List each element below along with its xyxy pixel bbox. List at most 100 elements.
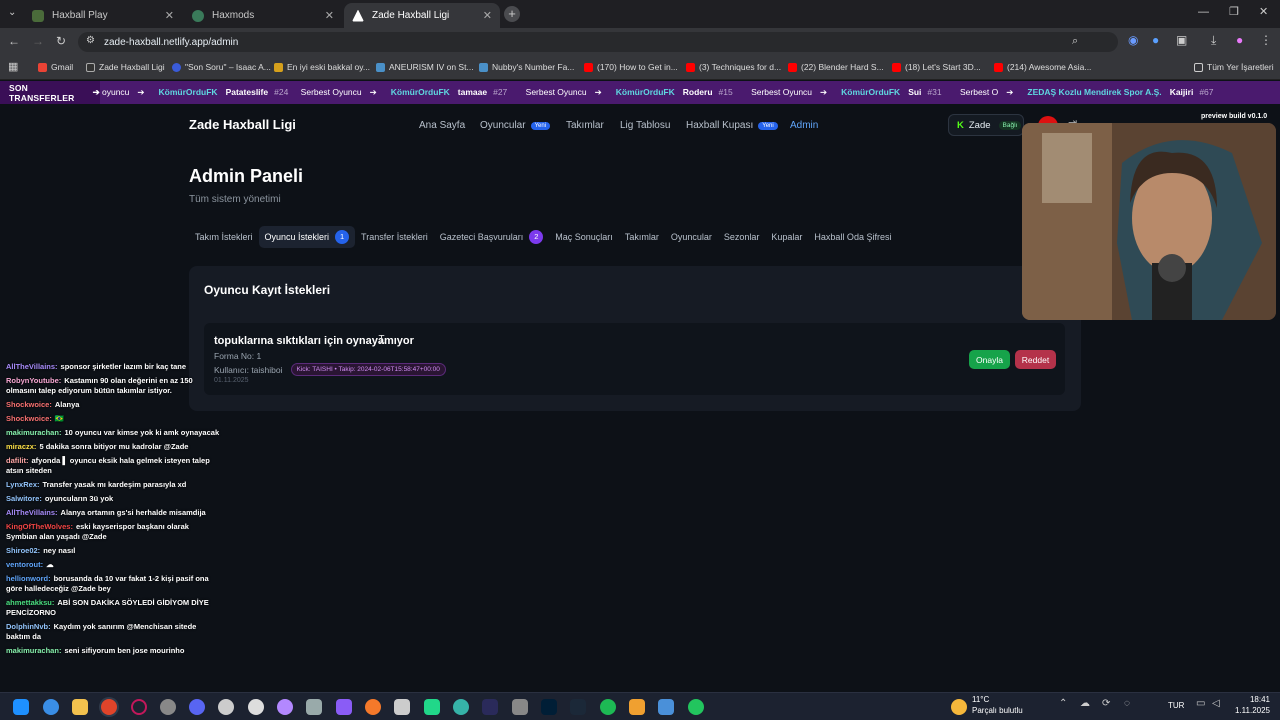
bookmark-item[interactable]: ANEURISM IV on St... xyxy=(376,62,474,72)
file-explorer-icon[interactable] xyxy=(72,699,88,715)
tab-cups[interactable]: Kupalar xyxy=(765,228,808,246)
tab-search-icon[interactable]: ⌄ xyxy=(8,7,16,18)
minimize-window-icon[interactable]: — xyxy=(1198,6,1209,18)
apps-grid-icon[interactable]: ▦ xyxy=(8,60,18,73)
site-info-icon[interactable]: ⚙ xyxy=(86,35,95,46)
chat-username: Salwitore: xyxy=(6,494,42,503)
browser-tab-haxball-play[interactable]: Haxball Play ✕ xyxy=(24,3,182,28)
reject-button[interactable]: Reddet xyxy=(1015,350,1056,369)
tab-journalist-applications[interactable]: Gazeteci Başvuruları 2 xyxy=(434,226,550,248)
approve-button[interactable]: Onayla xyxy=(969,350,1010,369)
fresco-icon[interactable] xyxy=(482,699,498,715)
bookmark-item[interactable]: Nubby's Number Fa... xyxy=(479,62,574,72)
close-tab-icon[interactable]: ✕ xyxy=(165,9,174,22)
language-indicator[interactable]: TUR xyxy=(1168,701,1184,710)
bookmark-item[interactable]: Zade Haxball Ligi xyxy=(86,62,165,72)
profile-icon[interactable]: ● xyxy=(1236,33,1243,47)
bookmark-item[interactable]: "Son Soru" – Isaac A... xyxy=(172,62,271,72)
tab-teams[interactable]: Takımlar xyxy=(619,228,665,246)
pycharm-icon[interactable] xyxy=(424,699,440,715)
github-icon[interactable] xyxy=(277,699,293,715)
all-bookmarks[interactable]: Tüm Yer İşaretleri xyxy=(1194,62,1274,72)
tab-players[interactable]: Oyuncular xyxy=(665,228,718,246)
system-clock[interactable]: 18:41 1.11.2025 xyxy=(1232,694,1270,716)
forward-arrow-icon[interactable]: → xyxy=(32,34,44,48)
nav-league-table[interactable]: Lig Tablosu xyxy=(620,120,670,131)
site-logo[interactable]: Zade Haxball Ligi xyxy=(189,117,296,132)
bookmark-item[interactable]: En iyi eski bakkal oy... xyxy=(274,62,370,72)
tray-app-icon[interactable]: ◌ xyxy=(1124,698,1130,709)
count-badge: 1 xyxy=(335,230,350,244)
chat-text: afyonda ▌ oyuncu eksik hala gelmek istey… xyxy=(6,456,210,475)
bookmark-item[interactable]: Gmail xyxy=(38,62,73,72)
tab-team-requests[interactable]: Takım İstekleri xyxy=(189,228,259,246)
ticker-item: Serbest Oyuncu ➔ KömürOrduFK tamaae #27 xyxy=(300,87,508,97)
extension-icon[interactable]: ● xyxy=(1152,33,1159,47)
webcam-overlay xyxy=(1022,123,1276,320)
tab-room-password[interactable]: Haxball Oda Şifresi xyxy=(808,228,897,246)
bookmark-item[interactable]: (22) Blender Hard S... xyxy=(788,62,884,72)
user-menu[interactable]: K Zade Bağlı xyxy=(948,114,1024,136)
nav-admin[interactable]: Admin xyxy=(790,120,818,131)
browser-tab-zade-haxball-ligi[interactable]: Zade Haxball Ligi ✕ xyxy=(344,3,500,28)
onedrive-icon[interactable]: ☁ xyxy=(1080,698,1090,709)
bookmark-item[interactable]: (170) How to Get in... xyxy=(584,62,678,72)
app-icon[interactable] xyxy=(218,699,234,715)
unreal-icon[interactable] xyxy=(248,699,264,715)
bookmark-item[interactable]: (214) Awesome Asia... xyxy=(994,62,1091,72)
app-icon[interactable] xyxy=(394,699,410,715)
restore-window-icon[interactable]: ❐ xyxy=(1229,5,1239,18)
app-icon[interactable] xyxy=(306,699,322,715)
nav-home[interactable]: Ana Sayfa xyxy=(419,120,465,131)
close-tab-icon[interactable]: ✕ xyxy=(483,9,492,22)
tray-chevron-icon[interactable]: ⌃ xyxy=(1059,698,1067,709)
opera-icon[interactable] xyxy=(131,699,147,715)
weather-widget[interactable]: 11°C Parçalı bulutlu xyxy=(972,694,1023,716)
close-tab-icon[interactable]: ✕ xyxy=(325,9,334,22)
photoshop-icon[interactable] xyxy=(541,699,557,715)
app-icon[interactable] xyxy=(688,699,704,715)
chat-text: seni sifiyorum ben jose mourinho xyxy=(64,646,185,655)
chat-username: dafilit: xyxy=(6,456,29,465)
app-icon[interactable] xyxy=(658,699,674,715)
menu-dots-icon[interactable]: ⋮ xyxy=(1260,33,1272,47)
steam-icon[interactable] xyxy=(570,699,586,715)
tab-transfer-requests[interactable]: Transfer İstekleri xyxy=(355,228,434,246)
kick-info-pill: Kick: TAISHI • Takip: 2024-02-06T15:58:4… xyxy=(290,363,446,376)
nav-haxball-cup[interactable]: Haxball Kupası Yeni xyxy=(686,120,778,131)
visual-studio-icon[interactable] xyxy=(336,699,352,715)
tab-player-requests[interactable]: Oyuncu İstekleri 1 xyxy=(258,226,356,248)
network-icon[interactable]: ▭ xyxy=(1196,698,1205,709)
chat-username: KingOfTheWolves: xyxy=(6,522,73,531)
sync-icon[interactable]: ⟳ xyxy=(1102,698,1110,709)
app-icon[interactable] xyxy=(512,699,528,715)
tab-match-results[interactable]: Maç Sonuçları xyxy=(549,228,619,246)
new-tab-plus-icon[interactable]: + xyxy=(504,6,520,22)
windows-start-icon[interactable] xyxy=(13,699,29,715)
nav-teams[interactable]: Takımlar xyxy=(566,120,604,131)
volume-icon[interactable]: ◁ xyxy=(1212,698,1220,709)
download-icon[interactable]: ⤓ xyxy=(1211,33,1216,48)
nav-players[interactable]: Oyuncular Yeni xyxy=(480,120,551,131)
chat-message: dafilit: afyonda ▌ oyuncu eksik hala gelm… xyxy=(6,456,221,476)
chrome-icon[interactable] xyxy=(101,699,117,715)
discord-icon[interactable] xyxy=(189,699,205,715)
bookmark-item[interactable]: (18) Let's Start 3D... xyxy=(892,62,981,72)
extensions-puzzle-icon[interactable]: ▣ xyxy=(1176,33,1187,47)
browser-tab-haxmods[interactable]: Haxmods ✕ xyxy=(184,3,342,28)
address-bar[interactable]: ⚙ zade-haxball.netlify.app/admin ⌕ xyxy=(78,32,1118,52)
blender-icon[interactable] xyxy=(365,699,381,715)
zoom-search-icon[interactable]: ⌕ xyxy=(1072,35,1078,48)
copilot-icon[interactable] xyxy=(43,699,59,715)
app-icon[interactable] xyxy=(160,699,176,715)
close-window-icon[interactable]: ✕ xyxy=(1259,5,1268,18)
app-icon[interactable] xyxy=(453,699,469,715)
request-user: Kullanıcı: taishiboi Kick: TAISHI • Taki… xyxy=(214,363,446,376)
app-icon[interactable] xyxy=(629,699,645,715)
extension-icon[interactable]: ◉ xyxy=(1128,33,1138,47)
spotify-icon[interactable] xyxy=(600,699,616,715)
tab-seasons[interactable]: Sezonlar xyxy=(718,228,766,246)
back-arrow-icon[interactable]: ← xyxy=(8,34,20,48)
reload-icon[interactable]: ↻ xyxy=(56,34,66,48)
bookmark-item[interactable]: (3) Techniques for d... xyxy=(686,62,781,72)
